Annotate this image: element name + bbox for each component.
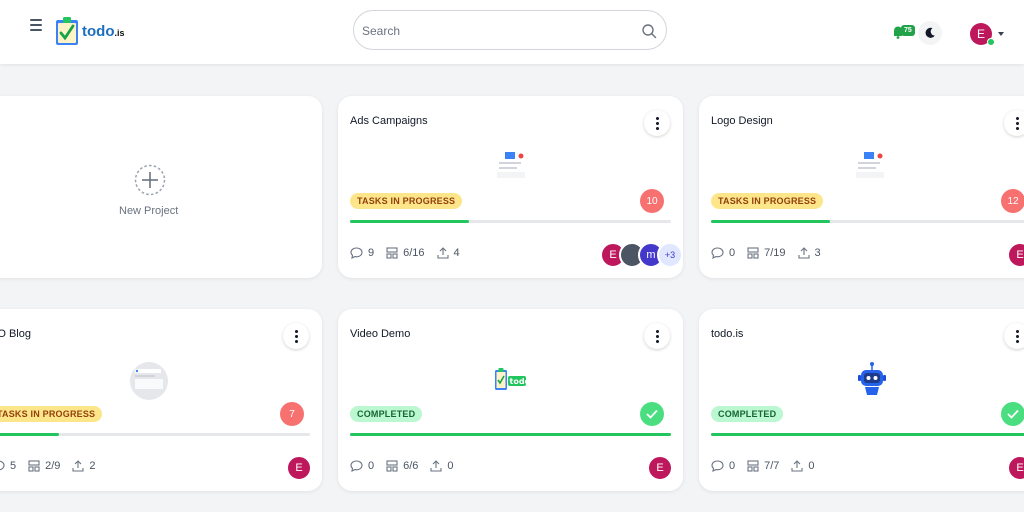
search-icon[interactable]	[641, 23, 657, 39]
comment-count: 0	[729, 460, 736, 472]
completed-check-badge	[1001, 402, 1024, 426]
project-stats: 0 7/19 3	[711, 247, 833, 259]
member-avatar[interactable]: E	[1007, 455, 1024, 481]
project-thumbnail: todo	[495, 368, 529, 390]
comment-count: 0	[368, 460, 375, 472]
project-title[interactable]: todo.is	[711, 328, 743, 340]
task-count: 6/6	[403, 460, 419, 472]
open-tasks-badge: 12	[1001, 189, 1024, 213]
project-title[interactable]: EO Blog	[0, 328, 31, 340]
upload-count: 2	[89, 460, 96, 472]
upload-icon	[797, 247, 810, 259]
upload-count: 0	[447, 460, 454, 472]
comment-icon	[711, 460, 724, 472]
comment-icon	[350, 460, 363, 472]
progress-bar	[350, 220, 671, 223]
project-card[interactable]: Logo Design TASKS IN PROGRESS 12 0 7/19 …	[699, 96, 1024, 278]
tasks-icon	[747, 247, 759, 259]
project-title[interactable]: Video Demo	[350, 328, 410, 340]
logo-text: todo.is	[82, 22, 125, 40]
progress-bar	[350, 433, 671, 436]
online-status-dot	[987, 38, 995, 46]
project-stats: 5 2/9 2	[0, 460, 108, 472]
member-avatar[interactable]: E	[286, 455, 312, 481]
upload-count: 3	[814, 247, 821, 259]
project-thumbnail	[130, 362, 168, 400]
task-count: 7/7	[764, 460, 780, 472]
project-stats: 0 7/7 0	[711, 460, 827, 472]
comment-icon	[0, 460, 5, 471]
svg-text:todo: todo	[510, 377, 529, 386]
more-vertical-icon[interactable]	[1004, 323, 1024, 349]
open-tasks-badge: 10	[640, 189, 664, 213]
member-avatars[interactable]: E	[1007, 242, 1024, 268]
moon-icon	[925, 27, 935, 38]
comment-count: 9	[368, 247, 375, 259]
comment-icon	[350, 247, 363, 259]
robot-thumbnail	[858, 362, 886, 395]
progress-bar	[711, 433, 1024, 436]
tasks-icon	[386, 247, 398, 259]
notification-count-badge: 75	[901, 25, 915, 36]
project-card[interactable]: todo.is COMPLETED 0 7/7 0 E	[699, 309, 1024, 491]
status-badge: TASKS IN PROGRESS	[350, 193, 463, 209]
upload-icon	[72, 460, 84, 472]
chevron-down-icon[interactable]	[998, 32, 1004, 36]
more-vertical-icon[interactable]	[644, 323, 670, 349]
project-card[interactable]: Video Demo todo COMPLETED 0 6/6 0 E	[338, 309, 683, 491]
tasks-icon	[28, 460, 40, 472]
more-members-count[interactable]: +3	[657, 242, 683, 268]
comment-count: 0	[729, 247, 736, 259]
upload-count: 4	[453, 247, 460, 259]
member-avatars[interactable]: E m +3	[600, 242, 683, 268]
todo-logo-icon	[56, 17, 78, 45]
new-project-card[interactable]: New Project	[0, 96, 322, 278]
plus-circle-icon	[134, 164, 166, 196]
member-avatar[interactable]: E	[647, 455, 673, 481]
task-count: 6/16	[403, 247, 425, 259]
menu-icon[interactable]	[30, 19, 42, 33]
status-badge: COMPLETED	[711, 406, 784, 422]
open-tasks-badge: 7	[280, 402, 304, 426]
new-project-label: New Project	[119, 205, 179, 217]
member-avatar[interactable]: E	[1007, 242, 1024, 268]
dark-mode-toggle[interactable]	[918, 21, 942, 45]
more-vertical-icon[interactable]	[1004, 110, 1024, 136]
top-header: todo.is 75 E	[0, 0, 1024, 64]
project-stats: 0 6/6 0	[350, 460, 466, 472]
upload-icon	[430, 460, 442, 472]
project-thumbnail	[852, 148, 888, 182]
logo[interactable]: todo.is	[54, 14, 125, 48]
project-card[interactable]: Ads Campaigns TASKS IN PROGRESS 10 9 6/1…	[338, 96, 683, 278]
status-badge: TASKS IN PROGRESS	[711, 193, 824, 209]
progress-bar	[0, 433, 310, 436]
search-box[interactable]	[353, 10, 667, 50]
comment-count: 5	[10, 460, 17, 472]
status-badge: COMPLETED	[350, 406, 423, 422]
search-input[interactable]	[360, 19, 634, 43]
project-title[interactable]: Logo Design	[711, 115, 773, 127]
project-title[interactable]: Ads Campaigns	[350, 115, 428, 127]
member-avatars[interactable]: E	[647, 455, 673, 481]
upload-icon	[436, 247, 449, 259]
member-avatars[interactable]: E	[1007, 455, 1024, 481]
comment-icon	[711, 247, 724, 259]
member-avatars[interactable]: E	[286, 455, 312, 481]
check-icon	[646, 409, 658, 419]
upload-count: 0	[808, 460, 815, 472]
tasks-icon	[747, 460, 759, 472]
status-badge: TASKS IN PROGRESS	[0, 406, 103, 422]
project-stats: 9 6/16 4	[350, 247, 472, 259]
project-thumbnail	[493, 148, 529, 182]
task-count: 7/19	[764, 247, 786, 259]
check-icon	[1007, 409, 1019, 419]
upload-icon	[791, 460, 803, 472]
more-vertical-icon[interactable]	[283, 323, 309, 349]
completed-check-badge	[640, 402, 664, 426]
tasks-icon	[386, 460, 398, 472]
more-vertical-icon[interactable]	[644, 110, 670, 136]
progress-bar	[711, 220, 1024, 223]
task-count: 2/9	[45, 460, 61, 472]
project-card[interactable]: EO Blog TASKS IN PROGRESS 7 5 2/9 2 E	[0, 309, 322, 491]
